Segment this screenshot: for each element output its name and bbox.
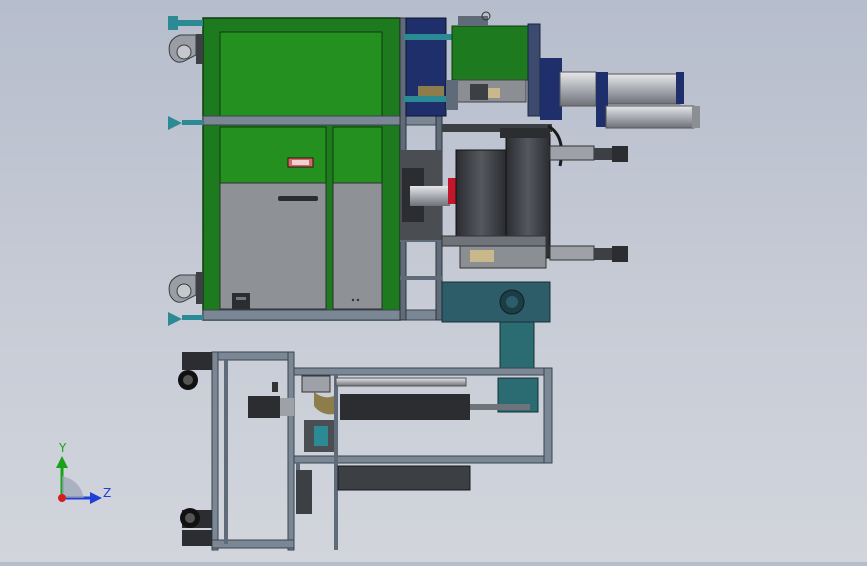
upper-casters (168, 16, 203, 326)
hydraulic-cylinder-upper (595, 73, 681, 105)
lower-motor (248, 396, 280, 418)
lower-casters (178, 352, 212, 546)
cabinet-top-panel (219, 31, 383, 117)
z-axis-label: Z (103, 486, 112, 500)
teal-base (441, 281, 551, 323)
z-axis-arrow (90, 492, 102, 504)
x-axis-dot (58, 494, 66, 502)
axis-plane-shade (62, 476, 84, 498)
lower-frame (211, 351, 553, 551)
cabinet-mid-panel-left (219, 126, 327, 184)
top-motor-assembly (404, 11, 700, 129)
lower-shaft (335, 377, 467, 387)
center-drum-assembly (400, 124, 628, 369)
y-axis-label: Y (59, 441, 67, 455)
door-handle (278, 196, 318, 201)
cad-viewport[interactable]: Y Z (0, 0, 867, 562)
y-axis-arrow (56, 456, 68, 468)
hydraulic-cylinder-lower (605, 105, 695, 129)
green-gearbox (451, 25, 531, 81)
machine-assembly-drawing (56, 11, 700, 551)
cabinet-door-left (219, 182, 327, 310)
axes-triad (56, 456, 102, 504)
cabinet-door-right (332, 182, 383, 310)
cabinet-mid-panel-right (332, 126, 383, 184)
